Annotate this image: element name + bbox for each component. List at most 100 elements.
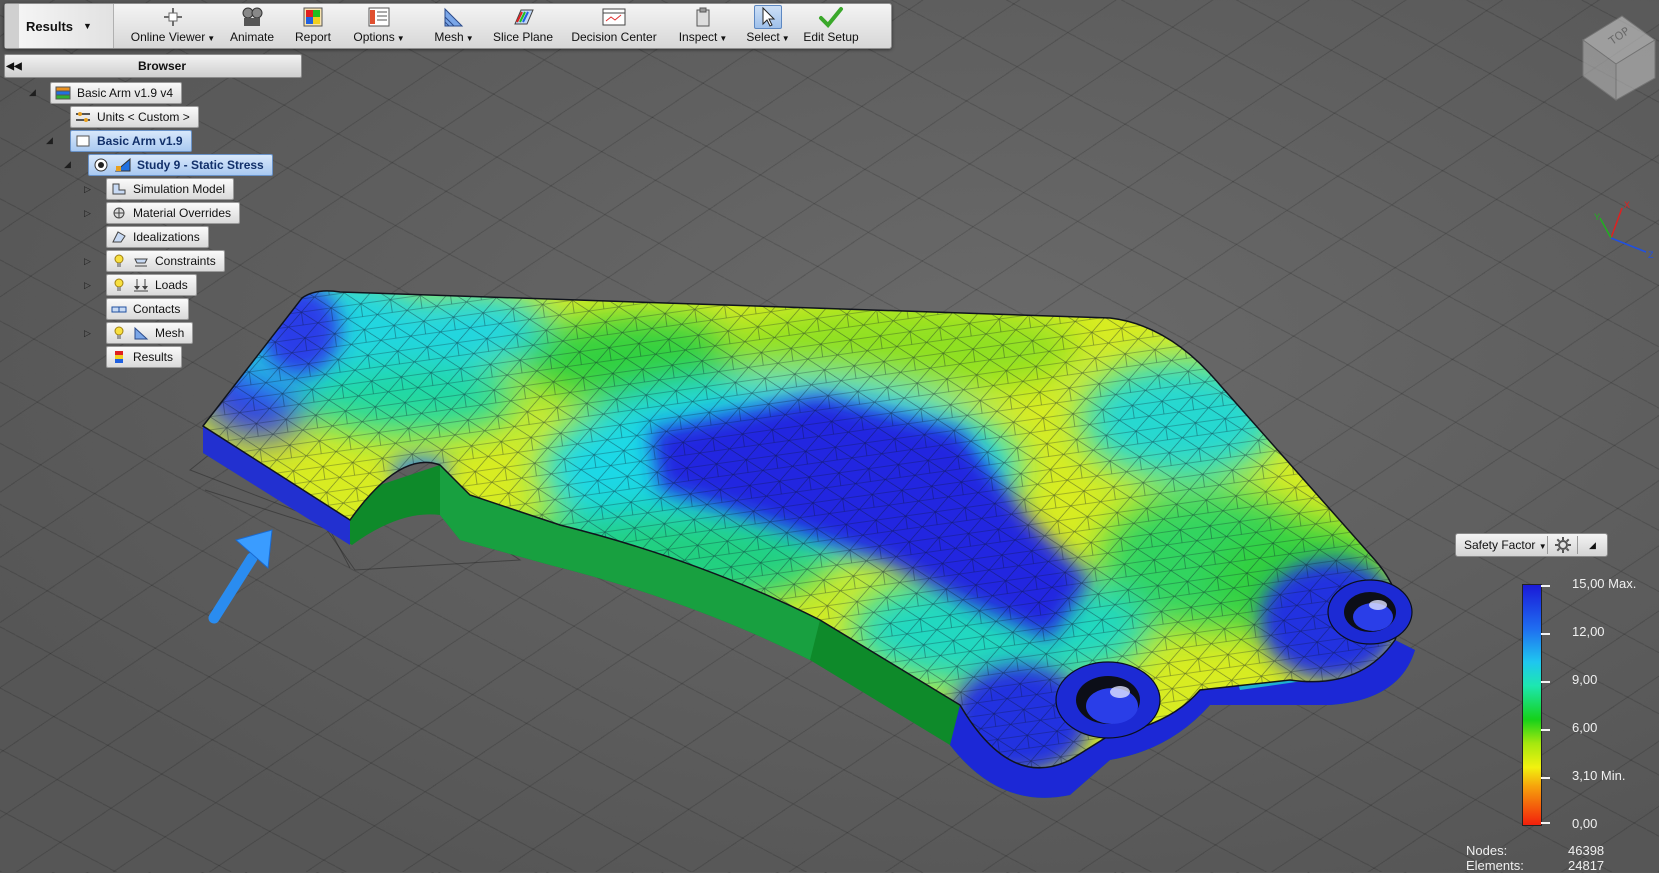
collapse-panel-icon[interactable]: ◀◀: [5, 61, 23, 72]
tree-node-label: Basic Arm v1.9: [97, 134, 183, 148]
browser-header: ◀◀ Browser: [4, 54, 302, 78]
mesh-button[interactable]: Mesh ▼: [431, 5, 477, 47]
view-cube[interactable]: TOP: [1582, 15, 1656, 101]
gear-icon[interactable]: [1548, 536, 1577, 554]
tree-node-loads[interactable]: Loads: [106, 274, 197, 296]
nodes-value: 46398: [1568, 843, 1605, 858]
tree-node-study[interactable]: Study 9 - Static Stress: [88, 154, 273, 176]
active-radio-icon[interactable]: [93, 158, 109, 172]
tree-node-material-overrides[interactable]: Material Overrides: [106, 202, 241, 224]
constraint-icon: [133, 254, 149, 268]
tree-node-label: Material Overrides: [133, 206, 232, 220]
legend-tick: [1541, 633, 1550, 635]
legend-tick: [1541, 777, 1550, 779]
decision-center-label: Decision Center: [571, 30, 657, 44]
load-icon: [133, 278, 149, 292]
expand-toggle-icon[interactable]: ◢: [64, 159, 71, 170]
assembly-icon: [55, 86, 71, 100]
inspect-icon: [690, 5, 716, 29]
expand-toggle-icon[interactable]: ◢: [46, 135, 53, 146]
legend-label: 0,00: [1572, 816, 1598, 831]
tree-node-label: Results: [133, 350, 174, 364]
tree-node-label: Units < Custom >: [97, 110, 190, 124]
contacts-icon: [111, 302, 127, 316]
expand-toggle-icon[interactable]: ▷: [84, 208, 91, 219]
mesh-node-icon: [133, 326, 149, 340]
tree-node-idealizations[interactable]: Idealizations: [106, 226, 209, 248]
decision-center-icon: [601, 5, 627, 29]
legend-label: 9,00: [1572, 672, 1598, 687]
result-type-dropdown[interactable]: Safety Factor ▼ ◢: [1455, 533, 1608, 557]
legend-tick: [1541, 681, 1550, 683]
chevron-down-icon: ▼: [1538, 542, 1547, 551]
tree-node-basic-arm-part[interactable]: Basic Arm v1.9: [70, 130, 192, 152]
lightbulb-icon[interactable]: [111, 326, 127, 340]
tree-node-label: Idealizations: [133, 230, 200, 244]
legend-tick: [1541, 822, 1550, 824]
slice-plane-label: Slice Plane: [492, 30, 554, 44]
report-icon: [300, 5, 326, 29]
expand-toggle-icon[interactable]: ▷: [84, 328, 91, 339]
part-icon: [75, 134, 91, 148]
tree-node-basic-arm-model[interactable]: Basic Arm v1.9 v4: [50, 82, 183, 104]
viewport-3d[interactable]: TOP X Y Z: [0, 0, 1659, 872]
tree-node-label: Basic Arm v1.9 v4: [77, 86, 174, 100]
elements-label: Elements:: [1466, 858, 1524, 873]
expand-toggle-icon[interactable]: ◢: [29, 87, 36, 98]
tree-node-simulation-model[interactable]: Simulation Model: [106, 178, 235, 200]
animate-icon: [239, 5, 265, 29]
elements-value: 24817: [1568, 858, 1605, 873]
inspect-button[interactable]: Inspect ▼: [675, 5, 731, 47]
legend-color-bar: [1522, 584, 1542, 826]
lightbulb-icon[interactable]: [111, 278, 127, 292]
edit-setup-label: Edit Setup: [803, 30, 859, 44]
options-button[interactable]: Options ▼: [349, 5, 409, 47]
tree-node-label: Simulation Model: [133, 182, 226, 196]
triad-y-label: Y: [1594, 212, 1600, 222]
tree-node-contacts[interactable]: Contacts: [106, 298, 190, 320]
animate-button[interactable]: Animate: [227, 5, 277, 47]
units-icon: [75, 110, 91, 124]
tree-node-mesh[interactable]: Mesh: [106, 322, 194, 344]
options-icon: [366, 5, 392, 29]
decision-center-button[interactable]: Decision Center: [571, 5, 657, 47]
expand-toggle-icon[interactable]: ▷: [84, 256, 91, 267]
study-icon: [115, 158, 131, 172]
animate-label: Animate: [229, 30, 275, 44]
online-viewer-icon: [160, 5, 186, 29]
tree-node-label: Loads: [155, 278, 188, 292]
legend-tick: [1541, 729, 1550, 731]
legend-label-min: 3,10 Min.: [1572, 768, 1626, 783]
slice-plane-icon: [510, 5, 536, 29]
inspect-label: Inspect: [678, 30, 718, 44]
report-button[interactable]: Report: [291, 5, 335, 47]
tree-node-units[interactable]: Units < Custom >: [70, 106, 199, 128]
result-type-label: Safety Factor: [1464, 538, 1536, 552]
expand-toggle-icon[interactable]: ▷: [84, 280, 91, 291]
online-viewer-button[interactable]: Online Viewer ▼: [131, 5, 215, 47]
legend-label: 12,00: [1572, 624, 1605, 639]
browser-title: Browser: [137, 59, 187, 73]
chevron-down-icon: ▼: [83, 21, 92, 31]
tree-node-results[interactable]: Results: [106, 346, 183, 368]
results-tab-label: Results: [26, 18, 74, 34]
report-label: Report: [294, 30, 332, 44]
slice-plane-button[interactable]: Slice Plane: [493, 5, 553, 47]
mesh-icon: [441, 5, 467, 29]
simulation-model-icon: [111, 182, 127, 196]
legend-tick: [1541, 585, 1550, 587]
results-tab[interactable]: Results ▼: [5, 4, 114, 48]
nodes-label: Nodes:: [1466, 843, 1508, 858]
expand-toggle-icon[interactable]: ▷: [84, 184, 91, 195]
online-viewer-label: Online Viewer: [130, 30, 206, 44]
tree-node-label: Study 9 - Static Stress: [137, 158, 264, 172]
options-label: Options: [353, 30, 395, 44]
select-cursor-icon: [754, 5, 782, 29]
mesh-label: Mesh: [434, 30, 464, 44]
expand-legend-icon[interactable]: ◢: [1578, 540, 1607, 551]
lightbulb-icon[interactable]: [111, 254, 127, 268]
triad-z-label: Z: [1648, 250, 1654, 260]
tree-node-constraints[interactable]: Constraints: [106, 250, 225, 272]
edit-setup-button[interactable]: Edit Setup: [803, 5, 859, 47]
select-button[interactable]: Select ▼: [745, 5, 791, 47]
